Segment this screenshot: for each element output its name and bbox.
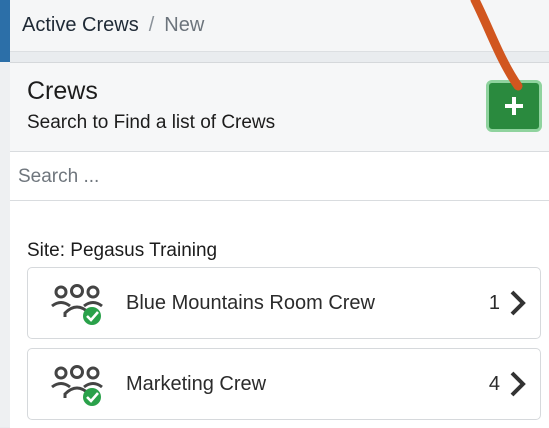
crew-group-check-icon (51, 365, 103, 406)
crew-list-item[interactable]: Blue Mountains Room Crew 1 (27, 267, 541, 339)
crew-member-count: 1 (488, 292, 500, 314)
left-accent-bar (0, 0, 10, 62)
breadcrumb-current: New (164, 14, 205, 36)
panel-title: Crews (27, 77, 98, 105)
breadcrumb-active-crews[interactable]: Active Crews (22, 14, 139, 37)
crew-name: Marketing Crew (126, 373, 267, 395)
crew-group-check-icon (51, 284, 103, 325)
site-label: Site: Pegasus Training (27, 240, 218, 261)
crew-name: Blue Mountains Room Crew (126, 292, 375, 314)
chevron-right-icon (510, 371, 526, 397)
panel-subtitle: Search to Find a list of Crews (27, 112, 276, 133)
chevron-right-icon (510, 290, 526, 316)
crew-list-item[interactable]: Marketing Crew 4 (27, 348, 541, 420)
plus-icon (505, 97, 523, 115)
breadcrumb: Active Crews / New (10, 0, 549, 52)
breadcrumb-separator: / (148, 14, 155, 36)
panel-header: Crews Search to Find a list of Crews (10, 63, 549, 152)
search-bar (10, 154, 549, 201)
crews-panel: Crews Search to Find a list of Crews Sit… (10, 62, 549, 428)
crew-member-count: 4 (488, 373, 500, 395)
search-input[interactable] (10, 154, 549, 200)
left-sidebar-strip (0, 0, 10, 427)
add-crew-button[interactable] (486, 80, 542, 132)
